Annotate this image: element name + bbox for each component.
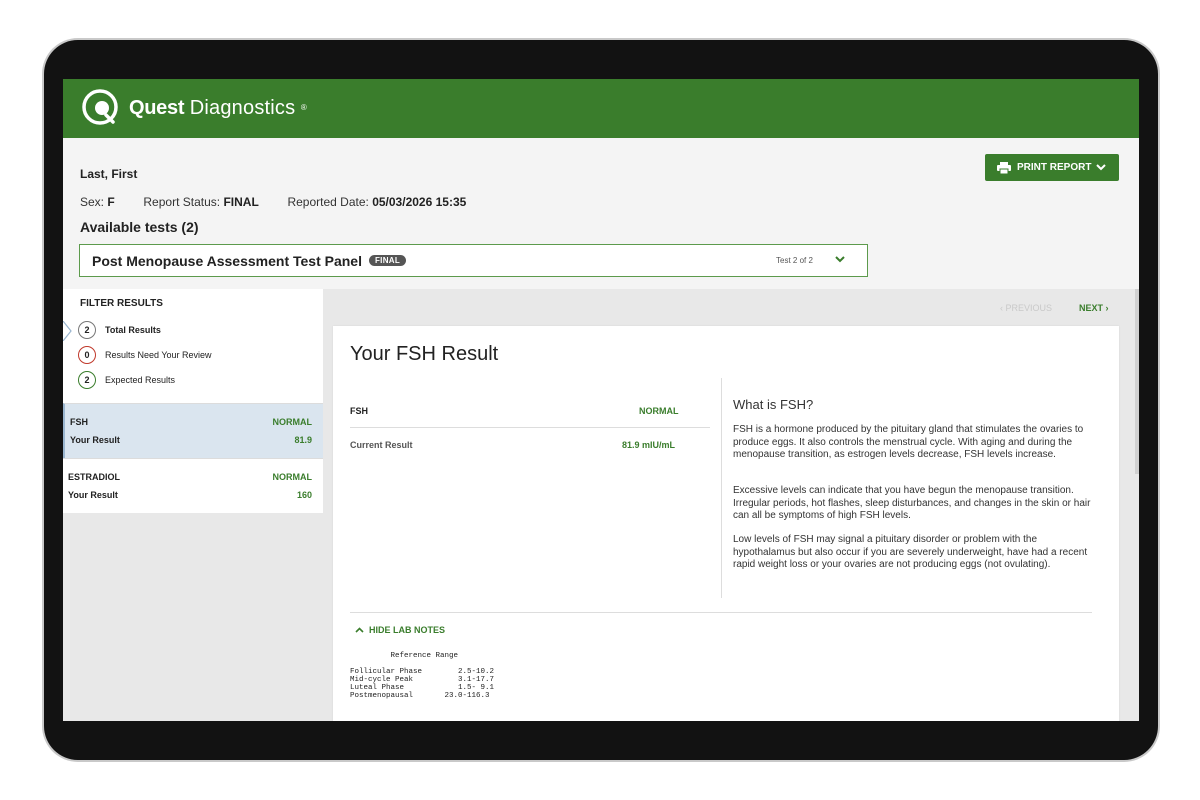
report-meta: Sex: F Report Status: FINAL Reported Dat… [80,195,466,209]
info-paragraph: FSH is a hormone produced by the pituita… [733,424,1084,460]
filter-need-review[interactable]: 0 Results Need Your Review [78,346,212,364]
result-card-fsh[interactable]: FSH NORMAL Your Result 81.9 [63,403,323,458]
next-label: NEXT [1079,303,1104,313]
lab-notes: Reference Range Follicular Phase 2.5-10.… [350,652,495,700]
results-area: FILTER RESULTS 2 Total Results 0 Results… [63,289,1139,721]
result-label: Your Result [68,490,118,500]
chevron-right-icon: › [1103,303,1109,313]
filter-count: 2 [78,371,96,389]
result-status: NORMAL [272,417,313,427]
date-value: 05/03/2026 15:35 [372,195,467,209]
chevron-up-icon [355,627,364,633]
print-report-button[interactable]: PRINT REPORT [985,154,1119,181]
previous-label: PREVIOUS [1005,303,1053,313]
available-tests: Available tests (2) [80,219,199,235]
status-value: FINAL [223,195,259,209]
hide-lab-notes-button[interactable]: HIDE LAB NOTES [355,625,445,635]
status-label: Report Status: [143,195,221,209]
chevron-down-icon [1096,164,1107,171]
next-button[interactable]: NEXT › [1079,303,1109,313]
detail-status: NORMAL [639,406,679,416]
result-label: Your Result [70,435,120,445]
scrollbar[interactable] [1135,289,1139,474]
filter-results: FILTER RESULTS 2 Total Results 0 Results… [63,289,323,403]
current-result-label: Current Result [350,440,413,450]
result-card-estradiol[interactable]: ESTRADIOL NORMAL Your Result 160 [63,458,323,513]
result-value: 160 [296,490,312,500]
report-header: Last, First Sex: F Report Status: FINAL … [63,138,1139,289]
result-detail-card: Your FSH Result FSH NORMAL Current Resul… [333,326,1119,721]
info-paragraph: Low levels of FSH may signal a pituitary… [733,534,1088,570]
filter-label: Expected Results [105,375,176,385]
result-name: FSH [70,417,88,427]
divider [721,378,722,598]
brand-wordmark: Quest Diagnostics ® [129,96,307,120]
screen: Quest Diagnostics ® Last, First Sex: F R… [63,79,1139,721]
brand-bar: Quest Diagnostics ® [63,79,1139,138]
patient-name: Last, First [80,167,138,181]
quest-logo-icon [82,89,118,125]
test-count: Test 2 of 2 [776,256,813,265]
current-result-value: 81.9 mIU/mL [622,440,676,450]
result-value: 81.9 [294,435,312,445]
detail-title: Your FSH Result [350,343,499,365]
filter-expected-results[interactable]: 2 Expected Results [78,371,175,389]
date-label: Reported Date: [287,195,369,209]
brand-reg-mark: ® [300,103,307,112]
filter-count: 2 [78,321,96,339]
chevron-down-icon [835,256,845,263]
brand-quest: Quest [129,97,185,119]
final-badge: FINAL [368,255,407,266]
test-panel-dropdown[interactable]: Post Menopause Assessment Test Panel FIN… [79,244,868,277]
info-title: What is FSH? [733,397,814,412]
filter-count: 0 [78,346,96,364]
divider [350,612,1092,613]
filter-label: Total Results [105,325,161,335]
filter-total-results[interactable]: 2 Total Results [78,321,161,339]
filter-label: Results Need Your Review [105,350,212,360]
previous-button[interactable]: ‹ PREVIOUS [1000,303,1052,313]
results-sidebar: FILTER RESULTS 2 Total Results 0 Results… [63,289,323,513]
hide-lab-notes-label: HIDE LAB NOTES [369,625,446,635]
selected-filter-indicator-icon [63,321,72,341]
filter-title: FILTER RESULTS [80,298,163,309]
panel-name: Post Menopause Assessment Test Panel [92,252,362,269]
printer-icon [997,161,1011,174]
info-paragraph: Excessive levels can indicate that you h… [733,485,1091,521]
sex-value: F [107,195,115,209]
result-status: NORMAL [272,472,313,482]
brand-diagnostics: Diagnostics [189,97,296,119]
sex-label: Sex: [80,195,105,209]
result-name: ESTRADIOL [68,472,121,482]
divider [350,427,710,428]
print-report-label: PRINT REPORT [1017,162,1092,173]
